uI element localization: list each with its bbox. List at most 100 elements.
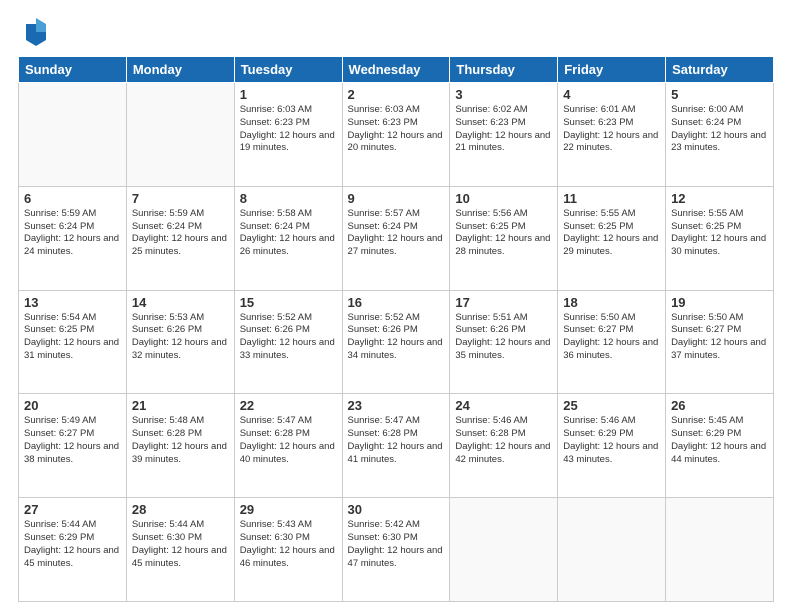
- calendar-cell: 4 Sunrise: 6:01 AM Sunset: 6:23 PM Daylig…: [558, 83, 666, 187]
- day-info: Sunrise: 5:44 AM Sunset: 6:29 PM Dayligh…: [24, 519, 121, 570]
- day-number: 20: [24, 398, 121, 413]
- calendar-cell: 27 Sunrise: 5:44 AM Sunset: 6:29 PM Dayli…: [19, 498, 127, 602]
- day-number: 3: [455, 87, 552, 102]
- day-number: 13: [24, 295, 121, 310]
- day-number: 25: [563, 398, 660, 413]
- calendar-cell: 9 Sunrise: 5:57 AM Sunset: 6:24 PM Daylig…: [342, 186, 450, 290]
- calendar-cell: 24 Sunrise: 5:46 AM Sunset: 6:28 PM Dayli…: [450, 394, 558, 498]
- calendar-cell: [558, 498, 666, 602]
- day-info: Sunrise: 5:54 AM Sunset: 6:25 PM Dayligh…: [24, 312, 121, 363]
- day-info: Sunrise: 5:48 AM Sunset: 6:28 PM Dayligh…: [132, 415, 229, 466]
- day-info: Sunrise: 5:42 AM Sunset: 6:30 PM Dayligh…: [348, 519, 445, 570]
- calendar-cell: [126, 83, 234, 187]
- calendar-cell: 30 Sunrise: 5:42 AM Sunset: 6:30 PM Dayli…: [342, 498, 450, 602]
- day-number: 11: [563, 191, 660, 206]
- calendar-cell: 8 Sunrise: 5:58 AM Sunset: 6:24 PM Daylig…: [234, 186, 342, 290]
- calendar-cell: 29 Sunrise: 5:43 AM Sunset: 6:30 PM Dayli…: [234, 498, 342, 602]
- day-header-wednesday: Wednesday: [342, 57, 450, 83]
- calendar-cell: 17 Sunrise: 5:51 AM Sunset: 6:26 PM Dayli…: [450, 290, 558, 394]
- day-number: 22: [240, 398, 337, 413]
- day-number: 9: [348, 191, 445, 206]
- day-number: 29: [240, 502, 337, 517]
- calendar-cell: 12 Sunrise: 5:55 AM Sunset: 6:25 PM Dayli…: [666, 186, 774, 290]
- day-number: 23: [348, 398, 445, 413]
- day-number: 6: [24, 191, 121, 206]
- day-number: 27: [24, 502, 121, 517]
- calendar-cell: 3 Sunrise: 6:02 AM Sunset: 6:23 PM Daylig…: [450, 83, 558, 187]
- calendar-cell: 13 Sunrise: 5:54 AM Sunset: 6:25 PM Dayli…: [19, 290, 127, 394]
- day-number: 24: [455, 398, 552, 413]
- calendar-cell: 2 Sunrise: 6:03 AM Sunset: 6:23 PM Daylig…: [342, 83, 450, 187]
- day-info: Sunrise: 5:55 AM Sunset: 6:25 PM Dayligh…: [563, 208, 660, 259]
- day-number: 4: [563, 87, 660, 102]
- calendar-cell: 6 Sunrise: 5:59 AM Sunset: 6:24 PM Daylig…: [19, 186, 127, 290]
- calendar-cell: [450, 498, 558, 602]
- logo: [18, 18, 48, 46]
- day-info: Sunrise: 5:50 AM Sunset: 6:27 PM Dayligh…: [671, 312, 768, 363]
- calendar-cell: 15Sunrise: 5:52 AM Sunset: 6:26 PM Dayli…: [234, 290, 342, 394]
- calendar-cell: 18Sunrise: 5:50 AM Sunset: 6:27 PM Dayli…: [558, 290, 666, 394]
- calendar-cell: 28 Sunrise: 5:44 AM Sunset: 6:30 PM Dayli…: [126, 498, 234, 602]
- day-number: 19: [671, 295, 768, 310]
- day-info: Sunrise: 5:53 AM Sunset: 6:26 PM Dayligh…: [132, 312, 229, 363]
- day-info: Sunrise: 6:01 AM Sunset: 6:23 PM Dayligh…: [563, 104, 660, 155]
- calendar-cell: 14Sunrise: 5:53 AM Sunset: 6:26 PM Dayli…: [126, 290, 234, 394]
- day-info: Sunrise: 5:59 AM Sunset: 6:24 PM Dayligh…: [24, 208, 121, 259]
- day-header-monday: Monday: [126, 57, 234, 83]
- day-info: Sunrise: 6:03 AM Sunset: 6:23 PM Dayligh…: [348, 104, 445, 155]
- day-info: Sunrise: 5:52 AM Sunset: 6:26 PM Dayligh…: [348, 312, 445, 363]
- day-header-sunday: Sunday: [19, 57, 127, 83]
- header: [18, 18, 774, 46]
- calendar-cell: 22 Sunrise: 5:47 AM Sunset: 6:28 PM Dayli…: [234, 394, 342, 498]
- day-number: 28: [132, 502, 229, 517]
- day-number: 8: [240, 191, 337, 206]
- day-info: Sunrise: 5:58 AM Sunset: 6:24 PM Dayligh…: [240, 208, 337, 259]
- day-number: 26: [671, 398, 768, 413]
- day-number: 10: [455, 191, 552, 206]
- day-info: Sunrise: 5:46 AM Sunset: 6:29 PM Dayligh…: [563, 415, 660, 466]
- week-row: 1 Sunrise: 6:03 AM Sunset: 6:23 PM Daylig…: [19, 83, 774, 187]
- day-info: Sunrise: 5:47 AM Sunset: 6:28 PM Dayligh…: [240, 415, 337, 466]
- day-header-friday: Friday: [558, 57, 666, 83]
- day-info: Sunrise: 6:00 AM Sunset: 6:24 PM Dayligh…: [671, 104, 768, 155]
- day-info: Sunrise: 5:55 AM Sunset: 6:25 PM Dayligh…: [671, 208, 768, 259]
- day-info: Sunrise: 5:57 AM Sunset: 6:24 PM Dayligh…: [348, 208, 445, 259]
- day-number: 16: [348, 295, 445, 310]
- day-info: Sunrise: 6:03 AM Sunset: 6:23 PM Dayligh…: [240, 104, 337, 155]
- calendar-cell: 19 Sunrise: 5:50 AM Sunset: 6:27 PM Dayli…: [666, 290, 774, 394]
- calendar-cell: 23 Sunrise: 5:47 AM Sunset: 6:28 PM Dayli…: [342, 394, 450, 498]
- calendar-cell: 20Sunrise: 5:49 AM Sunset: 6:27 PM Dayli…: [19, 394, 127, 498]
- day-number: 2: [348, 87, 445, 102]
- day-number: 30: [348, 502, 445, 517]
- day-info: Sunrise: 5:43 AM Sunset: 6:30 PM Dayligh…: [240, 519, 337, 570]
- calendar-cell: 1 Sunrise: 6:03 AM Sunset: 6:23 PM Daylig…: [234, 83, 342, 187]
- day-number: 21: [132, 398, 229, 413]
- day-info: Sunrise: 5:44 AM Sunset: 6:30 PM Dayligh…: [132, 519, 229, 570]
- day-info: Sunrise: 6:02 AM Sunset: 6:23 PM Dayligh…: [455, 104, 552, 155]
- day-header-thursday: Thursday: [450, 57, 558, 83]
- logo-icon: [24, 18, 48, 46]
- day-info: Sunrise: 5:47 AM Sunset: 6:28 PM Dayligh…: [348, 415, 445, 466]
- week-row: 13 Sunrise: 5:54 AM Sunset: 6:25 PM Dayli…: [19, 290, 774, 394]
- day-number: 17: [455, 295, 552, 310]
- day-number: 18: [563, 295, 660, 310]
- day-number: 5: [671, 87, 768, 102]
- day-number: 7: [132, 191, 229, 206]
- day-number: 1: [240, 87, 337, 102]
- day-info: Sunrise: 5:56 AM Sunset: 6:25 PM Dayligh…: [455, 208, 552, 259]
- day-header-saturday: Saturday: [666, 57, 774, 83]
- calendar-cell: 16 Sunrise: 5:52 AM Sunset: 6:26 PM Dayli…: [342, 290, 450, 394]
- day-info: Sunrise: 5:46 AM Sunset: 6:28 PM Dayligh…: [455, 415, 552, 466]
- week-row: 20Sunrise: 5:49 AM Sunset: 6:27 PM Dayli…: [19, 394, 774, 498]
- calendar-cell: 21 Sunrise: 5:48 AM Sunset: 6:28 PM Dayli…: [126, 394, 234, 498]
- day-info: Sunrise: 5:45 AM Sunset: 6:29 PM Dayligh…: [671, 415, 768, 466]
- calendar-cell: [666, 498, 774, 602]
- day-info: Sunrise: 5:52 AM Sunset: 6:26 PM Dayligh…: [240, 312, 337, 363]
- calendar-cell: 7Sunrise: 5:59 AM Sunset: 6:24 PM Daylig…: [126, 186, 234, 290]
- day-info: Sunrise: 5:51 AM Sunset: 6:26 PM Dayligh…: [455, 312, 552, 363]
- calendar-cell: 5 Sunrise: 6:00 AM Sunset: 6:24 PM Daylig…: [666, 83, 774, 187]
- calendar-cell: 10 Sunrise: 5:56 AM Sunset: 6:25 PM Dayli…: [450, 186, 558, 290]
- day-number: 12: [671, 191, 768, 206]
- calendar-cell: [19, 83, 127, 187]
- page: SundayMondayTuesdayWednesdayThursdayFrid…: [0, 0, 792, 612]
